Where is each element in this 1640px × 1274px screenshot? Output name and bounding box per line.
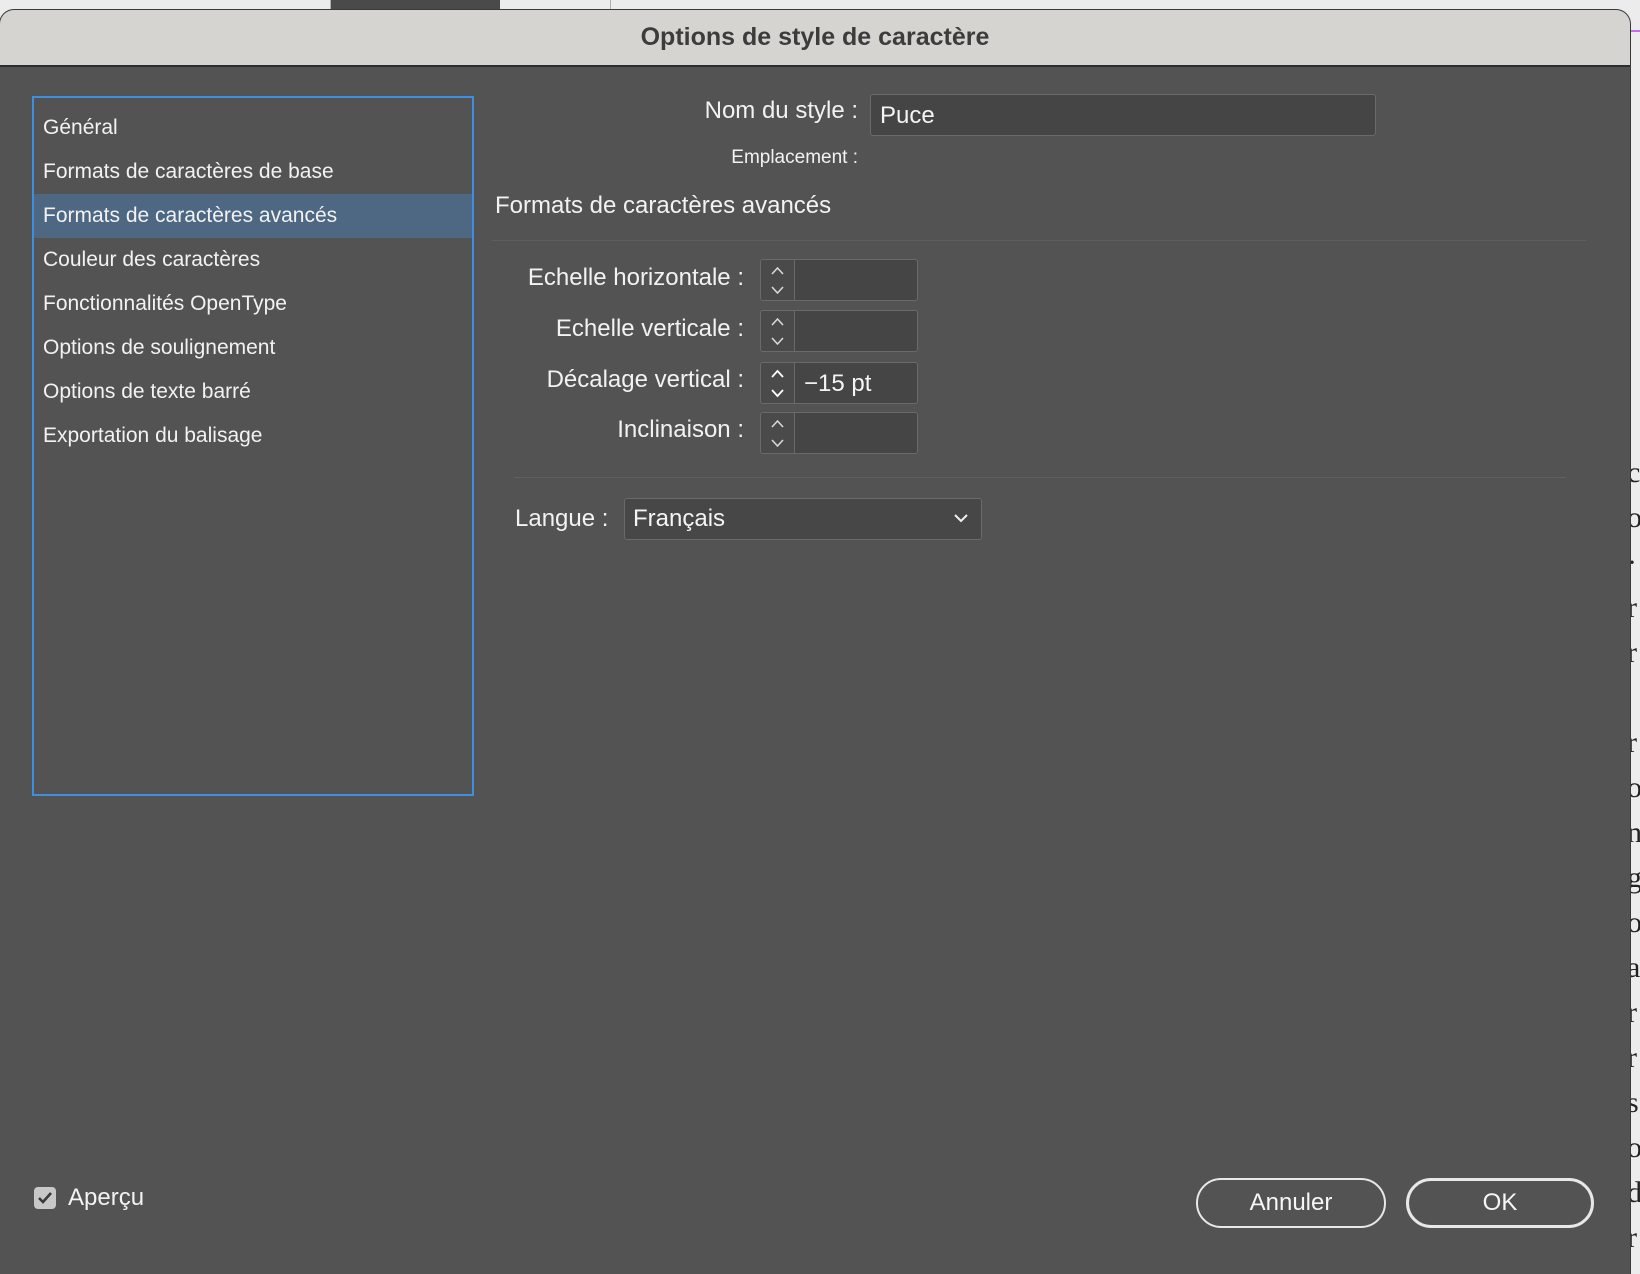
cancel-button[interactable]: Annuler	[1196, 1178, 1386, 1228]
chevron-up-icon[interactable]	[770, 369, 785, 379]
style-name-input[interactable]: Puce	[870, 94, 1376, 136]
horizontal-scale-label: Echelle horizontale :	[527, 264, 744, 291]
sidebar-item-advanced-character-formats[interactable]: Formats de caractères avancés	[34, 194, 472, 238]
vertical-scale-label: Echelle verticale :	[555, 315, 744, 342]
vertical-scale-input[interactable]	[794, 310, 918, 352]
chevron-down-icon[interactable]	[770, 336, 785, 346]
checkmark-icon	[38, 1192, 52, 1204]
stepper-arrows[interactable]	[760, 259, 794, 301]
chevron-down-icon[interactable]	[770, 285, 785, 295]
baseline-shift-input[interactable]: −15 pt	[794, 362, 918, 404]
sidebar-item-character-color[interactable]: Couleur des caractères	[34, 238, 472, 282]
sidebar-item-strikethrough-options[interactable]: Options de texte barré	[34, 370, 472, 414]
vertical-scale-stepper[interactable]	[760, 310, 918, 352]
section-divider	[492, 240, 1586, 241]
skew-input[interactable]	[794, 412, 918, 454]
preview-label[interactable]: Aperçu	[68, 1184, 144, 1212]
chevron-up-icon[interactable]	[770, 317, 785, 327]
sidebar-item-general[interactable]: Général	[34, 106, 472, 150]
sidebar-item-export-tagging[interactable]: Exportation du balisage	[34, 414, 472, 458]
stepper-arrows[interactable]	[760, 362, 794, 404]
horizontal-scale-stepper[interactable]	[760, 259, 918, 301]
fields-divider	[514, 477, 1566, 478]
dialog-title: Options de style de caractère	[0, 10, 1630, 67]
skew-stepper[interactable]	[760, 412, 918, 454]
chevron-down-icon[interactable]	[770, 438, 785, 448]
chevron-down-icon[interactable]	[770, 388, 785, 398]
stepper-arrows[interactable]	[760, 412, 794, 454]
sidebar-item-opentype-features[interactable]: Fonctionnalités OpenType	[34, 282, 472, 326]
chevron-up-icon[interactable]	[770, 419, 785, 429]
chevron-down-icon	[954, 514, 968, 523]
baseline-shift-label: Décalage vertical :	[546, 366, 744, 393]
location-label: Emplacement :	[731, 147, 858, 168]
ok-button[interactable]: OK	[1406, 1178, 1594, 1228]
preview-checkbox-group[interactable]: Aperçu	[34, 1184, 144, 1212]
language-select-value: Français	[633, 505, 726, 532]
skew-label: Inclinaison :	[617, 416, 744, 443]
baseline-shift-stepper[interactable]: −15 pt	[760, 362, 918, 404]
background-divider	[330, 0, 331, 10]
section-title: Formats de caractères avancés	[495, 192, 832, 219]
style-name-label: Nom du style :	[704, 97, 858, 124]
category-list[interactable]: Général Formats de caractères de base Fo…	[32, 96, 474, 796]
sidebar-item-underline-options[interactable]: Options de soulignement	[34, 326, 472, 370]
character-style-options-dialog: Options de style de caractère Général Fo…	[0, 10, 1630, 1274]
chevron-up-icon[interactable]	[770, 266, 785, 276]
stepper-arrows[interactable]	[760, 310, 794, 352]
sidebar-item-basic-character-formats[interactable]: Formats de caractères de base	[34, 150, 472, 194]
language-label: Langue :	[515, 505, 609, 532]
language-select[interactable]: Français	[624, 498, 982, 540]
preview-checkbox[interactable]	[34, 1187, 56, 1209]
horizontal-scale-input[interactable]	[794, 259, 918, 301]
